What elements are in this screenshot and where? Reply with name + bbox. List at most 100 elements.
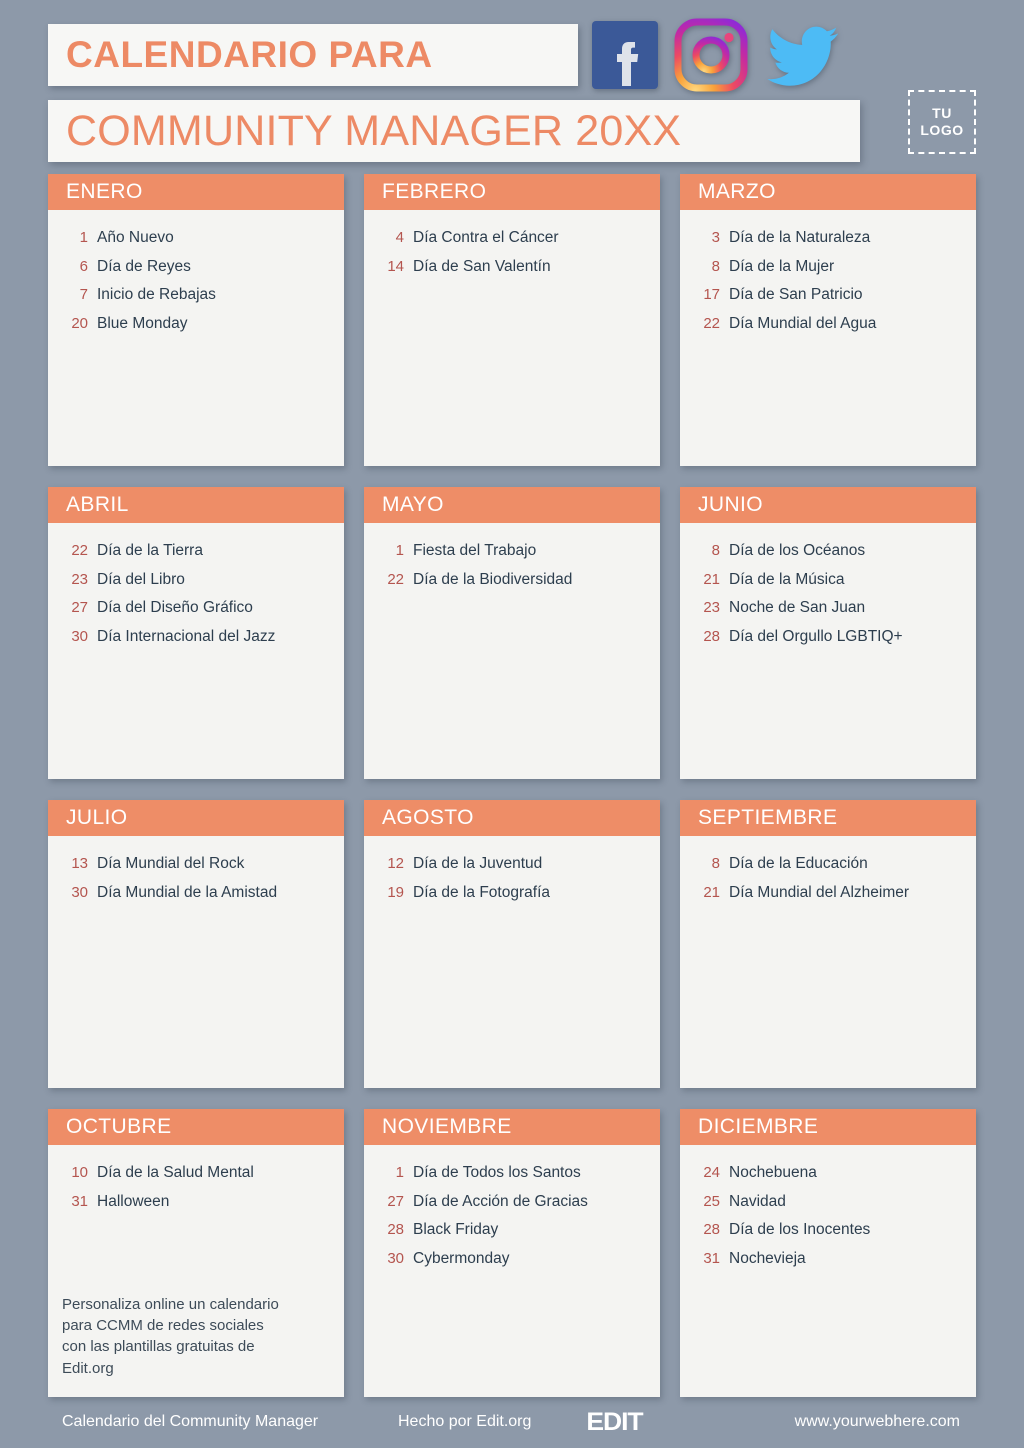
event-label: Día del Diseño Gráfico (97, 599, 253, 616)
event-day-number: 28 (703, 627, 720, 645)
month-name: JULIO (66, 806, 128, 829)
event-day-number: 6 (79, 257, 88, 275)
month-card: SEPTIEMBRE 8 Día de la Educación 21 Día Mund… (680, 800, 976, 1088)
month-name: AGOSTO (382, 806, 474, 829)
event-day-number: 28 (703, 1221, 720, 1238)
month-card: NOVIEMBRE 1 Día de Todos los Santos 27 Día d… (364, 1109, 660, 1397)
event-day-number: 31 (703, 1249, 720, 1267)
event-list: 8 Día de los Océanos 21 Día de la Música 23 N… (680, 523, 976, 779)
event-day-number: 1 (395, 1164, 404, 1181)
month-header: OCTUBRE (48, 1109, 344, 1145)
event-day-number: 8 (711, 542, 720, 559)
month-card: FEBRERO 4 Día Contra el Cáncer 14 Día de San… (364, 174, 660, 466)
event-day-number: 13 (71, 855, 88, 872)
event-day-number: 30 (387, 1249, 404, 1267)
calendar-row-q4: OCTUBRE 10 Día de la Salud Mental 31 Hallowe… (48, 1109, 976, 1397)
event-day-number: 21 (703, 883, 720, 901)
month-header: SEPTIEMBRE (680, 800, 976, 836)
event-day-number: 22 (71, 542, 88, 559)
event-day-number: 21 (703, 570, 720, 588)
event-item: 22 Día de la Tierra (58, 539, 334, 563)
event-item: 8 Día de la Mujer (690, 255, 966, 279)
event-label: Cybermonday (413, 1249, 510, 1267)
event-label: Día Mundial de la Amistad (97, 883, 278, 901)
event-list: 24 Nochebuena 25 Navidad 28 Día de los Inocen… (680, 1145, 976, 1397)
event-item: 1 Día de Todos los Santos (374, 1161, 650, 1185)
event-label: Día de la Salud Mental (97, 1164, 254, 1181)
month-header: NOVIEMBRE (364, 1109, 660, 1145)
event-day-number: 14 (387, 257, 404, 275)
logo-placeholder-line2: LOGO (920, 122, 964, 138)
event-item: 4 Día Contra el Cáncer (374, 226, 650, 250)
calendar-row-q2: ABRIL 22 Día de la Tierra 23 Día del Libro 27… (48, 487, 976, 779)
month-name: JUNIO (698, 493, 763, 516)
event-label: Noche de San Juan (729, 599, 866, 616)
month-card: JUNIO 8 Día de los Océanos 21 Día de la Músi… (680, 487, 976, 779)
event-day-number: 27 (387, 1192, 404, 1210)
event-label: Día Contra el Cáncer (413, 229, 559, 246)
event-day-number: 7 (79, 286, 88, 303)
event-label: Inicio de Rebajas (97, 286, 216, 303)
edit-logo: EDIT (586, 1407, 643, 1436)
event-label: Día de la Biodiversidad (413, 570, 573, 588)
event-item: 13 Día Mundial del Rock (58, 852, 334, 876)
event-label: Día Mundial del Rock (97, 855, 245, 872)
event-list: 4 Día Contra el Cáncer 14 Día de San Valent… (364, 210, 660, 466)
event-list: 8 Día de la Educación 21 Día Mundial del Al… (680, 836, 976, 1088)
event-label: Navidad (729, 1192, 786, 1210)
event-day-number: 1 (79, 229, 88, 246)
event-label: Día Internacional del Jazz (97, 627, 276, 645)
event-item: 31 Nochevieja (690, 1247, 966, 1271)
event-label: Black Friday (413, 1221, 499, 1238)
logo-placeholder[interactable]: TU LOGO (908, 90, 976, 154)
event-label: Nochevieja (729, 1249, 806, 1267)
page-title-line2: COMMUNITY MANAGER 20XX (66, 106, 682, 155)
event-label: Día de Todos los Santos (413, 1164, 581, 1181)
event-item: 23 Noche de San Juan (690, 596, 966, 620)
instagram-icon (674, 18, 748, 92)
footer-title: Calendario del Community Manager (62, 1413, 319, 1430)
month-card: MARZO 3 Día de la Naturaleza 8 Día de la Muj… (680, 174, 976, 466)
event-day-number: 12 (387, 855, 404, 872)
event-day-number: 23 (703, 599, 720, 616)
event-list: 1 Año Nuevo 6 Día de Reyes 7 Inicio de Rebaja… (48, 210, 344, 466)
event-item: 8 Día de la Educación (690, 852, 966, 876)
event-day-number: 27 (71, 599, 88, 616)
event-label: Día de la Juventud (413, 855, 543, 872)
month-header: FEBRERO (364, 174, 660, 210)
event-label: Día de la Música (729, 570, 845, 588)
month-card: ENERO 1 Año Nuevo 6 Día de Reyes 7 Inicio de R… (48, 174, 344, 466)
event-label: Día de la Fotografía (413, 883, 550, 901)
month-name: ENERO (66, 180, 143, 203)
month-header: MAYO (364, 487, 660, 523)
month-name: DICIEMBRE (698, 1115, 819, 1138)
event-label: Fiesta del Trabajo (413, 542, 537, 559)
event-label: Día de Acción de Gracias (413, 1192, 588, 1210)
event-label: Nochebuena (729, 1164, 817, 1181)
event-list: 1 Fiesta del Trabajo 22 Día de la Biodivers… (364, 523, 660, 779)
month-header: ENERO (48, 174, 344, 210)
month-name: SEPTIEMBRE (698, 806, 838, 829)
month-name: OCTUBRE (66, 1115, 172, 1138)
event-list: 13 Día Mundial del Rock 30 Día Mundial de l… (48, 836, 344, 1088)
page-title-line1: CALENDARIO PARA (66, 34, 433, 75)
event-item: 22 Día de la Biodiversidad (374, 568, 650, 592)
event-label: Día del Libro (97, 570, 185, 588)
month-card: ABRIL 22 Día de la Tierra 23 Día del Libro 27… (48, 487, 344, 779)
event-item: 8 Día de los Océanos (690, 539, 966, 563)
facebook-icon (588, 18, 662, 92)
event-day-number: 22 (387, 570, 404, 588)
event-label: Día de la Tierra (97, 542, 203, 559)
event-list: 10 Día de la Salud Mental 31 Halloween (48, 1145, 344, 1294)
event-item: 30 Día Mundial de la Amistad (58, 881, 334, 905)
event-item: 1 Año Nuevo (58, 226, 334, 250)
event-item: 3 Día de la Naturaleza (690, 226, 966, 250)
event-item: 19 Día de la Fotografía (374, 881, 650, 905)
event-label: Día de la Naturaleza (729, 229, 871, 246)
event-item: 21 Día de la Música (690, 568, 966, 592)
event-item: 30 Día Internacional del Jazz (58, 625, 334, 649)
event-label: Halloween (97, 1192, 170, 1210)
event-label: Día de los Inocentes (729, 1221, 871, 1238)
event-day-number: 8 (711, 257, 720, 275)
event-item: 6 Día de Reyes (58, 255, 334, 279)
